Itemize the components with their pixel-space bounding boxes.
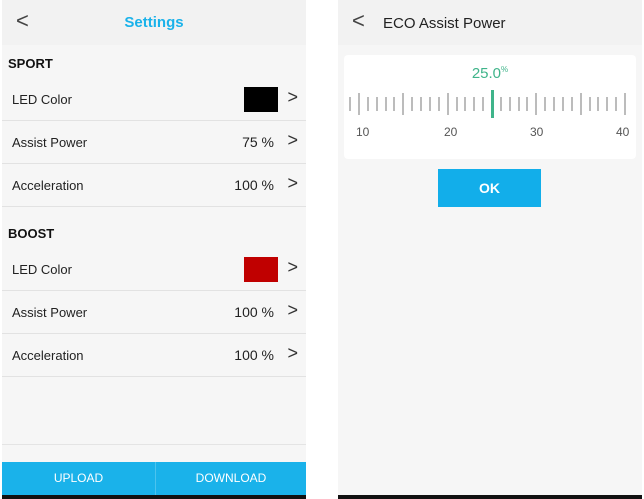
- ruler-tick: [544, 97, 547, 111]
- row-label: Acceleration: [12, 348, 84, 363]
- ruler-tick: [535, 93, 538, 115]
- ruler-tick: [526, 97, 529, 111]
- section-header-boost: BOOST: [8, 226, 55, 241]
- row-label: Acceleration: [12, 178, 84, 193]
- action-bar: UPLOAD DOWNLOAD: [2, 462, 306, 495]
- eco-assist-power-screen: < ECO Assist Power 25.0% 10 20 30 40 OK: [338, 0, 642, 499]
- row-value: 100 %: [234, 347, 274, 363]
- ruler-tick: [402, 93, 405, 115]
- page-title: ECO Assist Power: [383, 15, 506, 32]
- led-color-swatch: [244, 87, 278, 112]
- ruler-tick: [384, 97, 387, 111]
- system-bar: [338, 495, 642, 499]
- ruler-tick: [561, 97, 564, 111]
- back-chevron-icon[interactable]: <: [352, 9, 365, 33]
- sport-assist-power-row[interactable]: Assist Power 75 % >: [2, 121, 306, 164]
- ruler-tick: [588, 97, 591, 111]
- divider: [2, 444, 306, 445]
- ruler-tick: [624, 93, 626, 115]
- ok-button[interactable]: OK: [438, 169, 541, 207]
- chevron-right-icon: >: [287, 173, 298, 193]
- ruler-tick: [411, 97, 414, 111]
- ruler-tick: [375, 97, 378, 111]
- chevron-right-icon: >: [287, 257, 298, 277]
- boost-led-color-row[interactable]: LED Color >: [2, 248, 306, 291]
- ruler-tick: [570, 97, 573, 111]
- ruler-tick: [553, 97, 556, 111]
- ruler-tick: [428, 97, 431, 111]
- ruler-tick: [517, 97, 520, 111]
- ruler-tick: [464, 97, 467, 111]
- ruler-tick: [366, 97, 369, 111]
- sport-acceleration-row[interactable]: Acceleration 100 % >: [2, 164, 306, 207]
- chevron-right-icon: >: [287, 300, 298, 320]
- ruler-tick: [508, 97, 511, 111]
- download-button[interactable]: DOWNLOAD: [156, 462, 306, 495]
- ruler-tick: [455, 97, 458, 111]
- ruler-value: 25.0%: [344, 65, 636, 82]
- ruler-tick: [393, 97, 396, 111]
- row-label: LED Color: [12, 92, 72, 107]
- sport-led-color-row[interactable]: LED Color >: [2, 78, 306, 121]
- ruler-tick-label: 10: [356, 125, 370, 139]
- ruler-tick: [446, 93, 449, 115]
- row-label: LED Color: [12, 262, 72, 277]
- eco-header: < ECO Assist Power: [338, 0, 642, 45]
- ruler-tick: [615, 97, 618, 111]
- ruler-tick: [473, 97, 476, 111]
- ruler-tick: [606, 97, 609, 111]
- chevron-right-icon: >: [287, 130, 298, 150]
- settings-header: < Settings: [2, 0, 306, 45]
- ruler-tick: [597, 97, 600, 111]
- row-value: 75 %: [242, 134, 274, 150]
- page-title: Settings: [124, 14, 184, 31]
- ruler-tick: [499, 97, 502, 111]
- row-label: Assist Power: [12, 305, 88, 320]
- system-bar: [2, 495, 306, 499]
- settings-screen: < Settings SPORT LED Color > Assist Powe…: [2, 0, 306, 499]
- ruler-tick: [420, 97, 423, 111]
- row-label: Assist Power: [12, 135, 88, 150]
- ruler-tick: [482, 97, 485, 111]
- upload-button[interactable]: UPLOAD: [2, 462, 155, 495]
- chevron-right-icon: >: [287, 343, 298, 363]
- ruler-tick: [349, 97, 352, 111]
- ruler-unit: %: [501, 65, 509, 74]
- ruler-card: 25.0% 10 20 30 40: [344, 55, 636, 159]
- section-header-sport: SPORT: [8, 56, 53, 71]
- boost-acceleration-row[interactable]: Acceleration 100 % >: [2, 334, 306, 377]
- boost-assist-power-row[interactable]: Assist Power 100 % >: [2, 291, 306, 334]
- ruler-tick-label: 40: [616, 125, 630, 139]
- ruler-tick-label: 30: [530, 125, 544, 139]
- ruler-pointer[interactable]: [490, 90, 494, 118]
- row-value: 100 %: [234, 304, 274, 320]
- ruler-tick: [579, 93, 582, 115]
- row-value: 100 %: [234, 177, 274, 193]
- led-color-swatch: [244, 257, 278, 282]
- ruler-tick: [437, 97, 440, 111]
- ruler-tick-label: 20: [444, 125, 458, 139]
- ruler-slider[interactable]: [349, 90, 632, 120]
- ruler-tick: [358, 93, 360, 115]
- ruler-value-number: 25.0: [471, 65, 502, 82]
- chevron-right-icon: >: [287, 87, 298, 107]
